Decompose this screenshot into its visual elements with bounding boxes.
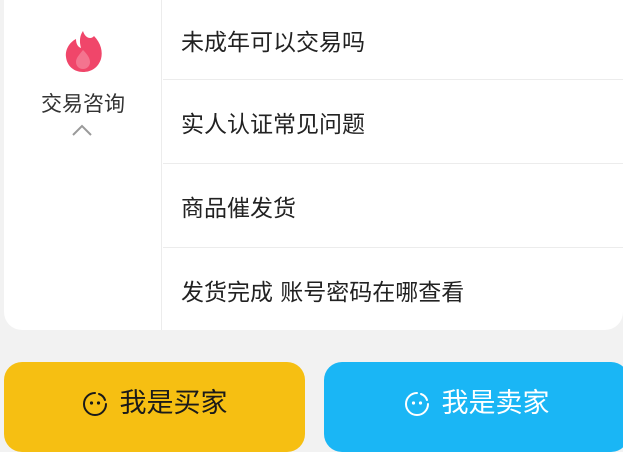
seller-button-label: 我是卖家 <box>441 388 550 419</box>
chevron-up-icon[interactable] <box>71 122 93 138</box>
buyer-button-label: 我是买家 <box>119 388 228 419</box>
question-item-shipping-reminder[interactable]: 商品催发货 <box>163 164 623 248</box>
smiley-icon <box>82 392 107 416</box>
faq-card: 交易咨询 未成年可以交易吗 实人认证常见问题 商品催发货 发货完成 账号密码在哪… <box>4 0 623 330</box>
question-item-verification[interactable]: 实人认证常见问题 <box>163 80 623 164</box>
seller-button[interactable]: 我是卖家 <box>324 362 623 452</box>
question-item-minor[interactable]: 未成年可以交易吗 <box>163 0 623 80</box>
question-list: 未成年可以交易吗 实人认证常见问题 商品催发货 发货完成 账号密码在哪查看 <box>163 0 623 330</box>
category-label: 交易咨询 <box>41 92 125 116</box>
question-item-account-password[interactable]: 发货完成 账号密码在哪查看 <box>163 248 623 330</box>
category-panel[interactable]: 交易咨询 <box>4 0 162 330</box>
flame-icon <box>65 31 102 72</box>
smiley-icon <box>404 392 429 416</box>
buyer-button[interactable]: 我是买家 <box>4 362 305 452</box>
